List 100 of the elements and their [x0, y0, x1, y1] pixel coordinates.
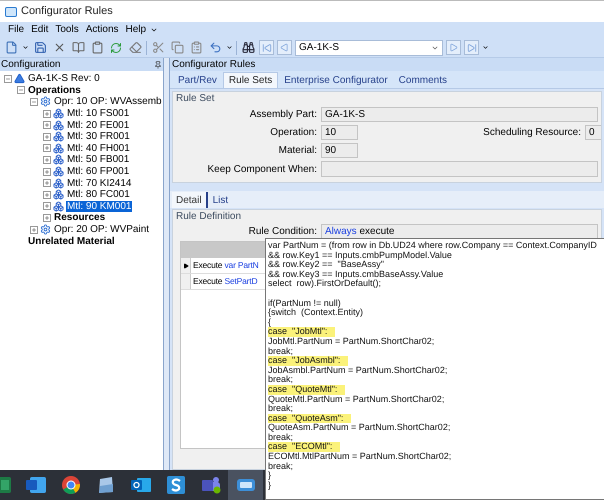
tab[interactable]: Part/Rev — [173, 72, 222, 88]
expand-icon[interactable] — [43, 110, 51, 118]
tab[interactable]: Comments — [394, 72, 452, 88]
tab[interactable]: List — [208, 192, 232, 208]
browser-icon[interactable] — [62, 476, 80, 494]
menu-item[interactable]: Tools — [52, 23, 82, 37]
tree-item[interactable]: Mtl: 90 KM001 — [66, 200, 132, 212]
rule-condition-field[interactable]: Always execute — [321, 224, 598, 239]
mail-app-icon[interactable] — [130, 476, 150, 494]
group-title: Rule Set — [176, 93, 216, 104]
operation-field[interactable]: 10 — [321, 125, 358, 140]
assembly-part-field[interactable]: GA-1K-S — [321, 107, 598, 122]
skip-back-icon — [262, 42, 272, 52]
table-cell[interactable]: Execute var PartN — [191, 258, 259, 273]
s-app-icon[interactable] — [166, 476, 184, 494]
code-line: break; — [268, 404, 294, 414]
tree-item[interactable]: Mtl: 10 FS001 — [66, 108, 130, 120]
app-window-icon[interactable] — [236, 477, 256, 493]
table-cell[interactable]: Execute SetPartD — [191, 274, 258, 289]
group-title: Rule Definition — [176, 211, 242, 222]
overflow-icon[interactable] — [150, 26, 158, 34]
tree-item[interactable]: Unrelated Material — [27, 236, 116, 247]
next-record-button[interactable] — [446, 40, 461, 55]
code-line: break; — [268, 462, 294, 472]
code-line: { — [268, 318, 272, 328]
tree-item[interactable]: Mtl: 60 FP001 — [66, 166, 130, 178]
molecule-icon — [53, 142, 64, 154]
tree-item[interactable]: Operations — [27, 84, 82, 96]
first-record-button[interactable] — [259, 40, 274, 55]
book-icon[interactable] — [72, 41, 84, 54]
search-icon[interactable] — [242, 41, 254, 54]
pin-icon[interactable] — [154, 60, 162, 68]
chat-app-icon[interactable] — [200, 476, 220, 494]
tree-item[interactable]: Opr: 10 OP: WVAssemb — [53, 96, 163, 108]
keep-component-field[interactable] — [321, 161, 598, 177]
expand-icon[interactable] — [43, 121, 51, 130]
code-line: JobAsmbl.PartNum = PartNum.ShortChar02; — [268, 366, 448, 376]
tree-item[interactable]: Mtl: 50 FB001 — [66, 154, 130, 166]
expand-icon[interactable] — [43, 156, 51, 164]
copy-icon[interactable] — [170, 41, 184, 54]
code-line: } — [268, 471, 272, 481]
cut-icon[interactable] — [152, 41, 164, 54]
document-app-icon[interactable] — [26, 476, 46, 494]
tree-item[interactable]: Opr: 20 OP: WVPaint — [53, 224, 150, 236]
scheduling-resource-field[interactable]: 0 — [585, 125, 601, 140]
code-line: break; — [268, 375, 294, 385]
expand-icon[interactable] — [43, 168, 51, 176]
left-triangle-icon — [280, 43, 289, 52]
expand-icon[interactable] — [43, 214, 51, 222]
current-row-icon — [182, 262, 188, 268]
tree-item[interactable]: Mtl: 30 FR001 — [66, 131, 131, 142]
tab[interactable]: Rule Sets — [222, 72, 278, 88]
previous-record-button[interactable] — [277, 40, 292, 55]
code-line: && row.Key3 == Inputs.cmbBaseAssy.Value — [268, 270, 444, 280]
row-selector[interactable] — [181, 258, 191, 273]
molecule-icon — [53, 131, 64, 142]
menu-item[interactable]: Edit — [28, 23, 52, 37]
new-document-icon[interactable] — [4, 41, 18, 54]
expand-icon[interactable] — [43, 132, 51, 141]
clipboard-icon[interactable] — [90, 41, 104, 54]
paste-icon[interactable] — [190, 41, 202, 54]
undo-icon[interactable] — [208, 41, 222, 54]
viewer-app-icon[interactable] — [96, 476, 114, 494]
field-label: Material: — [278, 144, 317, 158]
menu-item[interactable]: File — [5, 23, 28, 37]
collapse-icon[interactable] — [4, 74, 12, 83]
molecule-icon — [53, 154, 64, 166]
tree-item[interactable]: Resources — [53, 212, 106, 224]
delete-icon[interactable] — [52, 41, 66, 54]
expand-icon[interactable] — [43, 202, 51, 210]
skip-forward-icon — [466, 42, 476, 52]
material-field[interactable]: 90 — [321, 143, 358, 158]
tab[interactable]: Enterprise Configurator — [279, 72, 393, 88]
overflow-icon[interactable] — [482, 44, 489, 51]
expand-icon[interactable] — [43, 190, 51, 199]
dropdown-icon[interactable] — [226, 44, 233, 51]
window-title: Configurator Rules — [21, 4, 113, 20]
refresh-icon[interactable] — [110, 42, 122, 54]
tree-item[interactable]: Mtl: 20 FE001 — [66, 120, 130, 131]
expand-icon[interactable] — [43, 144, 51, 152]
tab[interactable]: Detail — [172, 192, 208, 208]
eraser-icon[interactable] — [128, 41, 142, 54]
collapse-icon[interactable] — [17, 86, 25, 94]
tree-item[interactable]: GA-1K-S Rev: 0 — [27, 73, 101, 84]
field-label: Scheduling Resource: — [483, 126, 581, 140]
tree-item[interactable]: Mtl: 70 KI2414 — [66, 178, 132, 189]
dropdown-icon[interactable] — [22, 44, 29, 51]
expand-icon[interactable] — [43, 179, 51, 188]
code-line: && row.Key1 == Inputs.cmbPumpModel.Value — [268, 250, 452, 260]
molecule-icon — [53, 166, 64, 178]
save-icon[interactable] — [34, 41, 46, 54]
menu-item[interactable]: Help — [122, 23, 150, 37]
tree-item[interactable]: Mtl: 80 FC001 — [66, 189, 131, 200]
tree-item[interactable]: Mtl: 40 FH001 — [66, 142, 131, 154]
field-label: Operation: — [269, 126, 317, 140]
collapse-icon[interactable] — [30, 98, 38, 106]
menu-item[interactable]: Actions — [82, 23, 122, 37]
gear-icon — [40, 224, 51, 236]
expand-icon[interactable] — [30, 226, 38, 234]
part-combo-box[interactable]: GA-1K-S — [295, 40, 443, 56]
